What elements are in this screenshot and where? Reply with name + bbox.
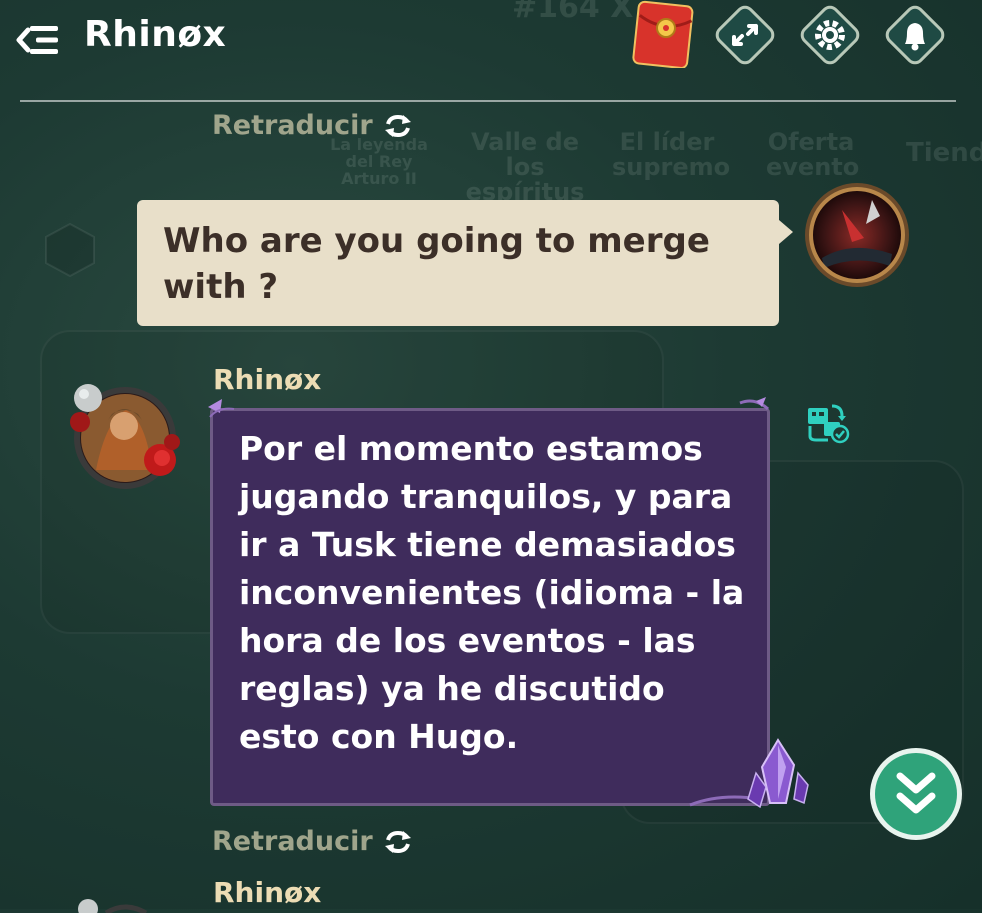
background-hex-icon (45, 222, 95, 278)
notification-bell-button[interactable] (882, 2, 948, 68)
message-text: Por el momento estamos jugando tranquilo… (239, 429, 745, 756)
sender-avatar[interactable] (66, 380, 184, 492)
background-label: Oferta evento (766, 128, 860, 182)
background-label: La leyenda del Rey Arturo II (330, 135, 428, 188)
outgoing-message-bubble[interactable]: Who are you going to merge with ? (137, 200, 779, 326)
chat-header: Rhinøx (0, 0, 982, 100)
retranslate-icon (384, 114, 411, 137)
retranslate-icon (384, 830, 411, 853)
settings-button[interactable] (797, 2, 863, 68)
translate-icon[interactable] (806, 404, 850, 444)
background-label: Valle de los espíritus (465, 128, 585, 207)
retranslate-label: Retraducir (212, 110, 373, 141)
share-expand-button[interactable] (712, 2, 778, 68)
retranslate-label: Retraducir (212, 826, 373, 857)
retranslate-button[interactable]: Retraducir (212, 110, 413, 141)
message-text: Who are you going to merge with ? (163, 221, 710, 307)
own-avatar[interactable] (802, 180, 912, 290)
background-label: El líder supremo (612, 128, 731, 182)
header-divider (20, 100, 956, 102)
sender-name: Rhinøx (213, 876, 322, 909)
background-label: Tiend (906, 138, 982, 168)
bubble-tail (779, 220, 793, 244)
incoming-message-bubble[interactable]: Por el momento estamos jugando tranquilo… (210, 408, 770, 806)
scroll-to-bottom-button[interactable] (868, 746, 964, 842)
back-menu-icon[interactable] (16, 20, 60, 60)
retranslate-button[interactable]: Retraducir (212, 826, 413, 857)
sender-name: Rhinøx (213, 363, 322, 396)
red-envelope-icon[interactable] (632, 0, 696, 68)
sender-avatar[interactable] (66, 893, 184, 913)
chat-title: Rhinøx (84, 14, 227, 55)
